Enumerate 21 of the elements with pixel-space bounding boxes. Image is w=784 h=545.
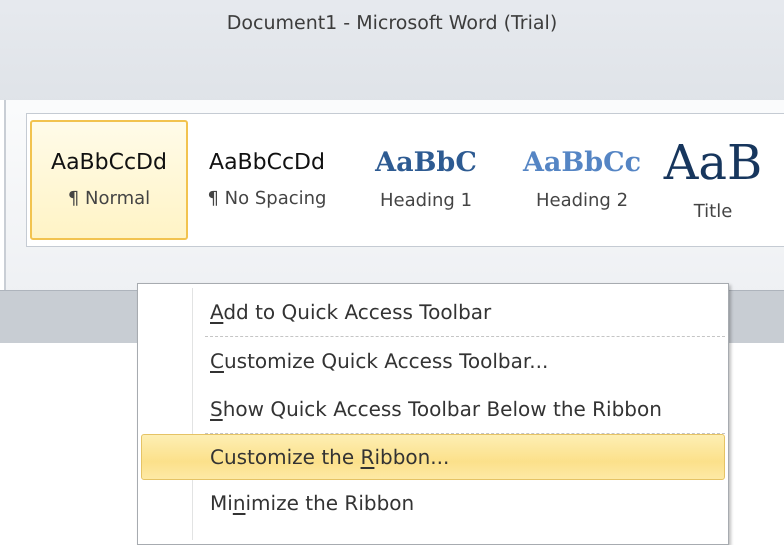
style-preview: AaBbCcDd (209, 152, 325, 174)
style-label: Heading 2 (536, 190, 628, 211)
menu-item[interactable]: Customize Quick Access Toolbar... (141, 337, 725, 385)
menu-item[interactable]: Customize the Ribbon... (141, 434, 725, 480)
style-label: Heading 1 (380, 190, 472, 211)
style-preview: AaB (664, 138, 762, 186)
style-label: ¶ Normal (68, 188, 150, 208)
style-item[interactable]: AaBbC Heading 1 (346, 120, 506, 240)
style-label: ¶ No Spacing (208, 188, 326, 208)
style-preview: AaBbC (375, 149, 477, 176)
style-preview: AaBbCcDd (51, 152, 167, 174)
window-title: Document1 - Microsoft Word (Trial) (226, 12, 558, 36)
menu-item[interactable]: Add to Quick Access Toolbar (141, 288, 725, 336)
style-preview: AaBbCc (522, 149, 642, 176)
style-label: Title (694, 200, 732, 222)
style-item[interactable]: AaBbCcDd ¶ Normal (30, 120, 188, 240)
style-item[interactable]: AaBbCc Heading 2 (506, 120, 658, 240)
menu-item[interactable]: Show Quick Access Toolbar Below the Ribbon (141, 385, 725, 433)
style-item[interactable]: AaB Title (658, 120, 768, 240)
menu-item[interactable]: Minimize the Ribbon (141, 480, 725, 526)
style-item[interactable]: AaBbCcDd ¶ No Spacing (188, 120, 346, 240)
